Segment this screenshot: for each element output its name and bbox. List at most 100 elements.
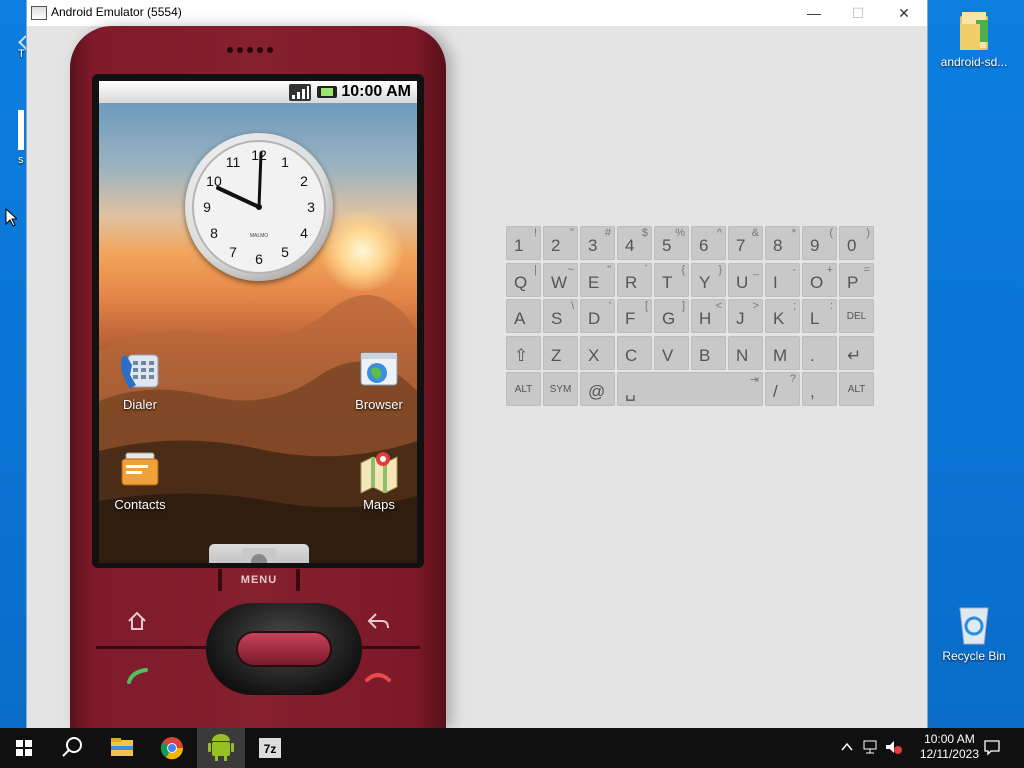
- key-sym[interactable]: SYM: [543, 372, 578, 406]
- key[interactable]: Z: [543, 335, 578, 370]
- phone-screen[interactable]: 10:00 AM 12 1 2 3 4 5 6 7 8 9 10 11 MALMO: [99, 81, 417, 563]
- close-button[interactable]: ✕: [881, 0, 927, 26]
- key[interactable]: D ': [580, 299, 615, 333]
- key[interactable]: W ~: [543, 262, 578, 297]
- key[interactable]: Q |: [506, 262, 541, 297]
- end-call-button[interactable]: [364, 668, 392, 686]
- key[interactable]: N: [728, 335, 763, 370]
- key[interactable]: 4 $: [617, 226, 652, 260]
- key[interactable]: 0): [839, 226, 874, 260]
- app-label-dialer: Dialer: [123, 397, 157, 412]
- key[interactable]: Y}: [691, 262, 726, 297]
- home-button[interactable]: [126, 610, 148, 632]
- key[interactable]: K;: [765, 299, 800, 333]
- key[interactable]: 1!: [506, 226, 541, 260]
- app-label-maps: Maps: [363, 497, 395, 512]
- key[interactable]: I-: [765, 262, 800, 297]
- start-button[interactable]: [0, 728, 48, 768]
- key[interactable]: 3 #: [580, 226, 615, 260]
- key-alt-left[interactable]: ALT: [506, 372, 541, 406]
- phone-body: 10:00 AM 12 1 2 3 4 5 6 7 8 9 10 11 MALMO: [70, 26, 446, 728]
- desktop-icon-android-sdk[interactable]: android-sd...: [934, 10, 1014, 69]
- app-contacts[interactable]: Contacts: [100, 449, 180, 512]
- tray-clock[interactable]: 10:00 AM 12/11/2023: [920, 732, 979, 762]
- key-comma[interactable]: ,: [802, 372, 837, 406]
- analog-clock-widget[interactable]: 12 1 2 3 4 5 6 7 8 9 10 11 MALMO: [185, 133, 333, 281]
- key-label: 6: [699, 236, 709, 255]
- key[interactable]: S \: [543, 299, 578, 333]
- key[interactable]: L:: [802, 299, 837, 333]
- window-titlebar[interactable]: Android Emulator (5554) — ☐ ✕: [27, 0, 927, 26]
- key-shift-label: <: [715, 300, 722, 312]
- app-browser[interactable]: Browser: [339, 349, 417, 412]
- key[interactable]: G]: [654, 299, 689, 333]
- key[interactable]: F[: [617, 299, 652, 333]
- key-shift-label: *: [791, 227, 796, 239]
- key[interactable]: ↵: [839, 335, 874, 370]
- key-label: 8: [773, 236, 783, 255]
- trackball-center[interactable]: [238, 633, 330, 665]
- key[interactable]: X: [580, 335, 615, 370]
- key[interactable]: C: [617, 335, 652, 370]
- chevron-up-icon[interactable]: [840, 740, 854, 754]
- key-label: 1: [514, 236, 524, 255]
- key-label: D: [588, 309, 601, 328]
- key-label: 2: [551, 236, 561, 255]
- search-icon[interactable]: [48, 728, 96, 768]
- key[interactable]: 8 *: [765, 226, 800, 260]
- file-explorer-icon[interactable]: [98, 728, 146, 768]
- android-emulator-taskbar-icon[interactable]: [197, 728, 245, 768]
- app-maps[interactable]: Maps: [339, 449, 417, 512]
- key[interactable]: E ": [580, 262, 615, 297]
- key-label: O: [810, 272, 824, 292]
- key[interactable]: 6 ^: [691, 226, 726, 260]
- key[interactable]: V: [654, 335, 689, 370]
- menu-button[interactable]: MENU: [229, 574, 289, 586]
- key[interactable]: 7 &: [728, 226, 763, 260]
- key-space[interactable]: ␣ ⇥: [617, 372, 763, 406]
- key[interactable]: P =: [839, 262, 874, 297]
- key-slash[interactable]: /?: [765, 372, 800, 406]
- key-shift-label: #: [604, 227, 611, 239]
- key-shift-label: ?: [789, 373, 796, 385]
- key-alt-right[interactable]: ALT: [839, 372, 874, 406]
- notifications-icon[interactable]: [983, 738, 1001, 756]
- key[interactable]: H <: [691, 299, 726, 333]
- network-icon[interactable]: [862, 739, 880, 755]
- 7zip-icon[interactable]: 7z: [246, 728, 294, 768]
- key[interactable]: J >: [728, 299, 763, 333]
- folder-icon: [960, 12, 988, 50]
- desktop-icon-recycle-bin[interactable]: Recycle Bin: [934, 602, 1014, 663]
- app-dialer[interactable]: Dialer: [100, 349, 180, 412]
- key[interactable]: .: [802, 335, 837, 370]
- clock-numeral: 1: [281, 154, 289, 170]
- key-shift-label: ^: [716, 227, 722, 239]
- key-label: M: [773, 345, 788, 365]
- key[interactable]: R `: [617, 262, 652, 297]
- key-shift-label: `: [644, 263, 648, 276]
- key-at[interactable]: @: [580, 372, 615, 406]
- key[interactable]: 5%: [654, 226, 689, 260]
- key[interactable]: 2 ": [543, 226, 578, 260]
- key[interactable]: A: [506, 299, 541, 333]
- key-label: F: [625, 309, 636, 328]
- key-label: ↵: [847, 345, 862, 365]
- app-drawer-handle[interactable]: [209, 544, 309, 563]
- key[interactable]: T{: [654, 262, 689, 297]
- key[interactable]: M: [765, 335, 800, 370]
- key[interactable]: 9(: [802, 226, 837, 260]
- desktop-icon-partial-2[interactable]: s: [18, 110, 24, 166]
- clock-numeral: 4: [300, 225, 308, 241]
- volume-muted-icon[interactable]: [884, 739, 904, 755]
- key[interactable]: ⇧: [506, 335, 541, 370]
- key[interactable]: DEL: [839, 299, 874, 333]
- key[interactable]: O +: [802, 262, 837, 297]
- call-button[interactable]: [126, 666, 150, 688]
- key[interactable]: U _: [728, 262, 763, 297]
- back-button[interactable]: [366, 610, 390, 632]
- key-label: T: [662, 272, 673, 292]
- key[interactable]: B: [691, 335, 726, 370]
- minimize-button[interactable]: —: [791, 0, 837, 26]
- maximize-button[interactable]: ☐: [835, 0, 881, 26]
- chrome-icon[interactable]: [148, 728, 196, 768]
